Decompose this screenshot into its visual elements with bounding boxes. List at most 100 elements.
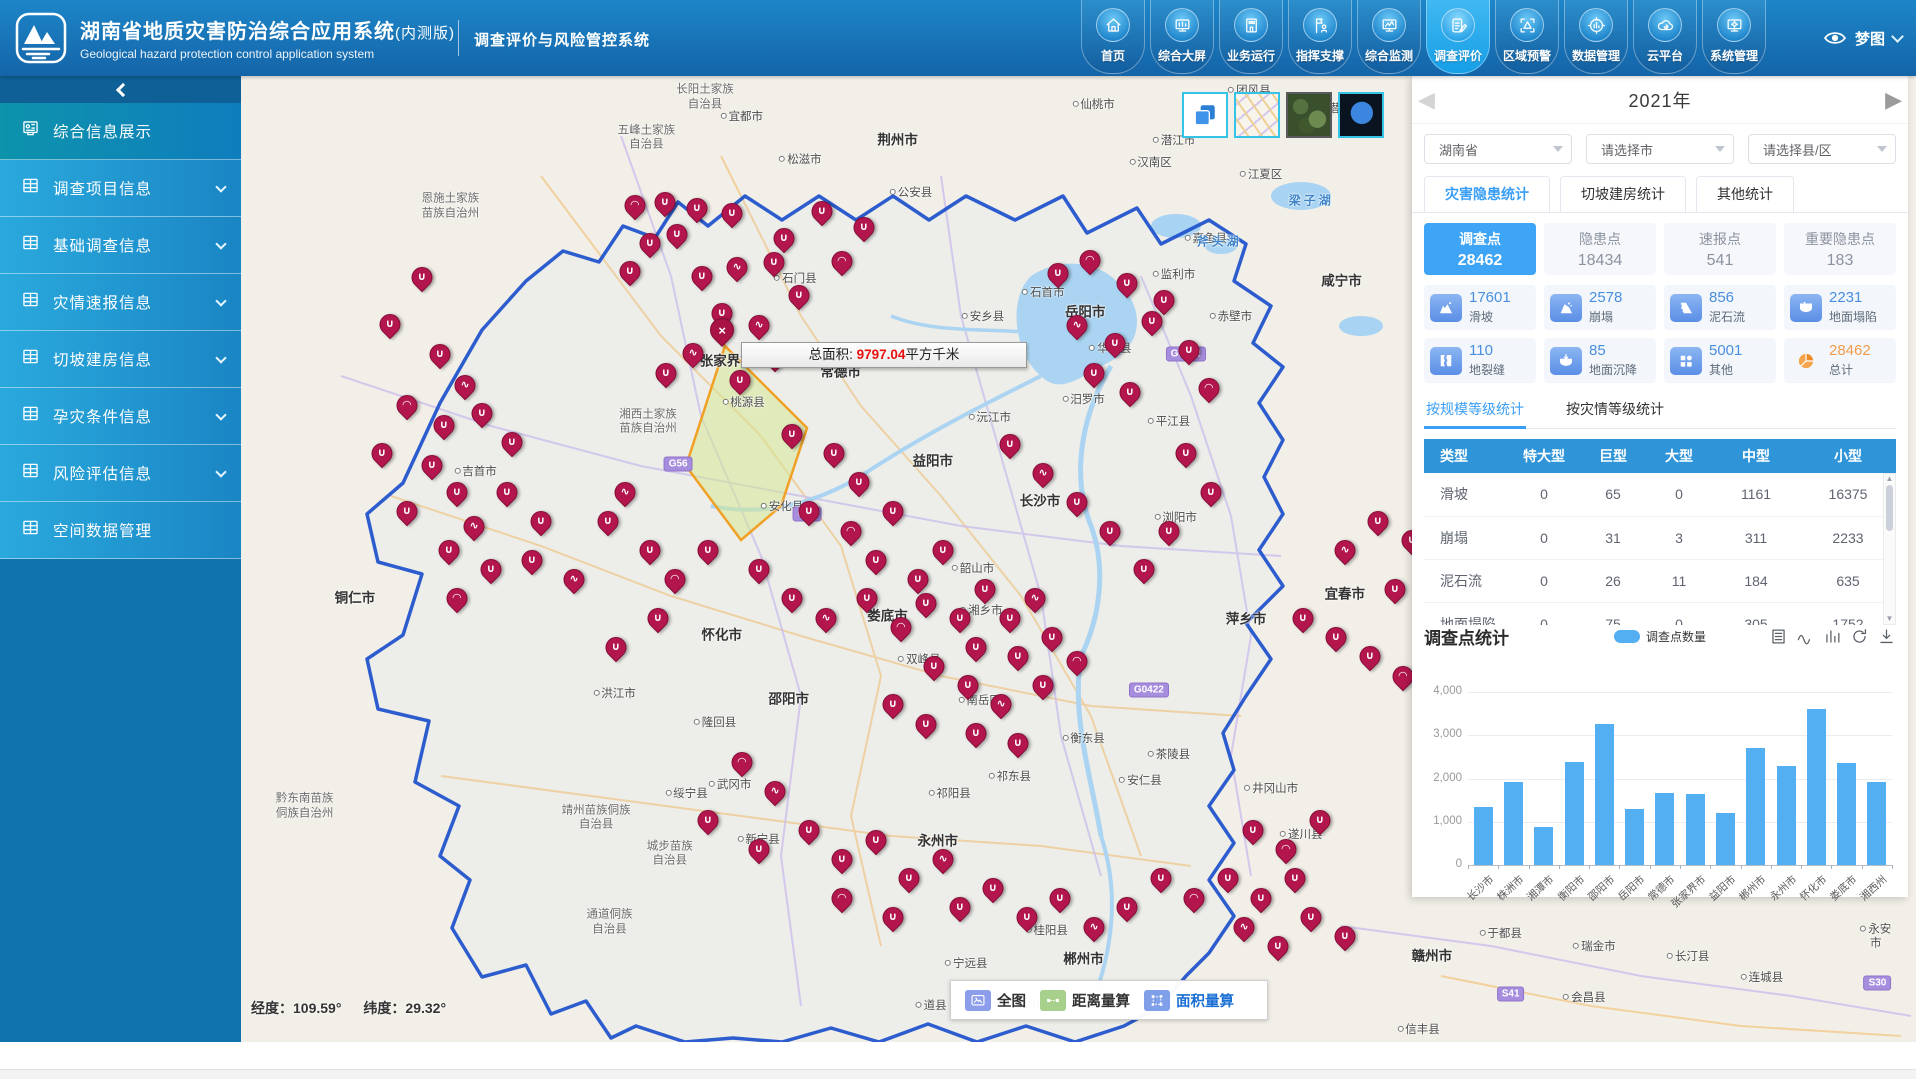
basemap-satellite-thumbnail[interactable] — [1286, 92, 1332, 138]
hazard-marker[interactable]: ∪ — [916, 593, 937, 614]
hazard-marker[interactable]: ◠ — [1184, 888, 1205, 909]
nav-item-3[interactable]: 业务运行 — [1219, 0, 1283, 74]
sidebar-item-7[interactable]: 风险评估信息 — [0, 445, 241, 502]
bar-郴州市[interactable] — [1746, 748, 1765, 865]
hazard-marker[interactable]: ∪ — [1033, 675, 1054, 696]
table-row[interactable]: 崩塌03133112233 — [1424, 516, 1896, 559]
bar-怀化市[interactable] — [1807, 709, 1826, 865]
hazard-marker[interactable]: ∪ — [798, 501, 819, 522]
hazard-marker[interactable]: ∪ — [1251, 888, 1272, 909]
hazard-marker[interactable]: ∪ — [421, 455, 442, 476]
hazard-marker[interactable]: ∪ — [1105, 333, 1126, 354]
hazard-marker[interactable]: ∪ — [730, 370, 751, 391]
hazard-marker[interactable]: ∿ — [455, 375, 476, 396]
hazard-marker[interactable]: ∪ — [1083, 363, 1104, 384]
bar-chart-icon[interactable] — [1823, 627, 1842, 646]
hazard-marker[interactable]: ∪ — [497, 482, 518, 503]
nav-item-9[interactable]: 云平台 — [1633, 0, 1697, 74]
hazard-marker[interactable]: ∪ — [974, 579, 995, 600]
hazard-stat-7[interactable]: 5001 其他 — [1664, 338, 1776, 383]
hazard-marker[interactable]: ∪ — [882, 501, 903, 522]
hazard-marker[interactable]: ◠ — [840, 521, 861, 542]
hazard-marker[interactable]: ∪ — [1200, 482, 1221, 503]
hazard-marker[interactable]: ∪ — [1217, 868, 1238, 889]
hazard-marker[interactable]: ∪ — [1120, 382, 1141, 403]
nav-item-6[interactable]: 调查评价 — [1426, 0, 1490, 74]
hazard-marker[interactable]: ∪ — [502, 432, 523, 453]
map-tool-2[interactable]: 距离量算 — [1040, 990, 1130, 1011]
hazard-marker[interactable]: ∪ — [433, 415, 454, 436]
sub-tab-1[interactable]: 按规模等级统计 — [1424, 395, 1526, 428]
hazard-stat-5[interactable]: 110 地裂缝 — [1424, 338, 1536, 383]
hazard-marker[interactable]: ∪ — [1326, 627, 1347, 648]
hazard-marker[interactable]: ∿ — [765, 781, 786, 802]
bar-永州市[interactable] — [1777, 766, 1796, 865]
hazard-marker[interactable]: ◠ — [664, 569, 685, 590]
hazard-marker[interactable]: ◠ — [396, 395, 417, 416]
year-previous-button[interactable]: ◀ — [1418, 84, 1435, 116]
bar-湘潭市[interactable] — [1534, 827, 1553, 865]
hazard-marker[interactable]: ∿ — [564, 569, 585, 590]
hazard-marker[interactable]: ∪ — [1050, 888, 1071, 909]
hazard-marker[interactable]: ◠ — [832, 251, 853, 272]
hazard-marker[interactable]: ∪ — [530, 511, 551, 532]
stat-tab-2[interactable]: 切坡建房统计 — [1560, 176, 1686, 212]
hazard-marker[interactable]: ∪ — [1334, 926, 1355, 947]
hazard-marker[interactable]: ∪ — [832, 849, 853, 870]
nav-item-10[interactable]: 系统管理 — [1702, 0, 1766, 74]
region-select-2[interactable]: 请选择市 — [1586, 134, 1734, 164]
map-tool-1[interactable]: 全图 — [965, 990, 1026, 1011]
hazard-marker[interactable]: ∪ — [932, 540, 953, 561]
hazard-marker[interactable]: ∪ — [823, 443, 844, 464]
hazard-marker[interactable]: ∪ — [999, 434, 1020, 455]
hazard-marker[interactable]: ∪ — [656, 363, 677, 384]
hazard-marker[interactable]: ∪ — [1008, 646, 1029, 667]
hazard-marker[interactable]: ∿ — [932, 849, 953, 870]
hazard-marker[interactable]: ◠ — [1276, 839, 1297, 860]
hazard-marker[interactable]: ◠ — [447, 588, 468, 609]
hazard-marker[interactable]: ∪ — [788, 285, 809, 306]
hazard-marker[interactable]: ∪ — [606, 637, 627, 658]
hazard-marker[interactable]: ∪ — [639, 540, 660, 561]
hazard-marker[interactable]: ∪ — [782, 424, 803, 445]
hazard-marker[interactable]: ∪ — [748, 559, 769, 580]
sub-tab-2[interactable]: 按灾情等级统计 — [1564, 395, 1666, 428]
region-select-3[interactable]: 请选择县/区 — [1748, 134, 1896, 164]
bar-岳阳市[interactable] — [1625, 809, 1644, 865]
sidebar-item-6[interactable]: 孕灾条件信息 — [0, 388, 241, 445]
nav-item-5[interactable]: 综合监测 — [1357, 0, 1421, 74]
hazard-stat-2[interactable]: 2578 崩塌 — [1544, 285, 1656, 330]
bar-益阳市[interactable] — [1716, 813, 1735, 865]
hazard-marker[interactable]: ∪ — [380, 314, 401, 335]
hazard-marker[interactable]: ∪ — [597, 511, 618, 532]
hazard-marker[interactable]: ∪ — [916, 714, 937, 735]
hazard-marker[interactable]: ∪ — [966, 637, 987, 658]
hazard-marker[interactable]: ∪ — [1175, 443, 1196, 464]
hazard-marker[interactable]: ∪ — [798, 820, 819, 841]
hazard-marker[interactable]: ∪ — [639, 233, 660, 254]
hazard-marker[interactable]: ∪ — [447, 482, 468, 503]
hazard-marker[interactable]: ∪ — [411, 267, 432, 288]
hazard-marker[interactable]: ∿ — [1334, 540, 1355, 561]
hazard-marker[interactable]: ∪ — [812, 201, 833, 222]
hazard-marker[interactable]: ∪ — [666, 224, 687, 245]
hazard-marker[interactable]: ∪ — [1117, 273, 1138, 294]
user-menu[interactable]: 梦图 — [1823, 0, 1902, 76]
hazard-marker[interactable]: ∪ — [480, 559, 501, 580]
map-tool-3[interactable]: 面积量算 — [1144, 990, 1234, 1011]
sidebar-item-2[interactable]: 调查项目信息 — [0, 160, 241, 217]
sidebar-item-8[interactable]: 空间数据管理 — [0, 502, 241, 559]
hazard-marker[interactable]: ∪ — [899, 868, 920, 889]
region-select-1[interactable]: 湖南省 — [1424, 134, 1572, 164]
hazard-marker[interactable]: ∪ — [999, 608, 1020, 629]
bar-张家界市[interactable] — [1686, 794, 1705, 865]
hazard-marker[interactable]: ◠ — [1199, 378, 1220, 399]
basemap-road-thumbnail[interactable] — [1234, 92, 1280, 138]
hazard-marker[interactable]: ∪ — [686, 198, 707, 219]
hazard-marker[interactable]: ◠ — [890, 617, 911, 638]
hazard-marker[interactable]: ∪ — [1153, 290, 1174, 311]
hazard-marker[interactable]: ∿ — [1066, 315, 1087, 336]
sidebar-item-5[interactable]: 切坡建房信息 — [0, 331, 241, 388]
hazard-stat-6[interactable]: 85 地面沉降 — [1544, 338, 1656, 383]
hazard-marker[interactable]: ∪ — [949, 608, 970, 629]
